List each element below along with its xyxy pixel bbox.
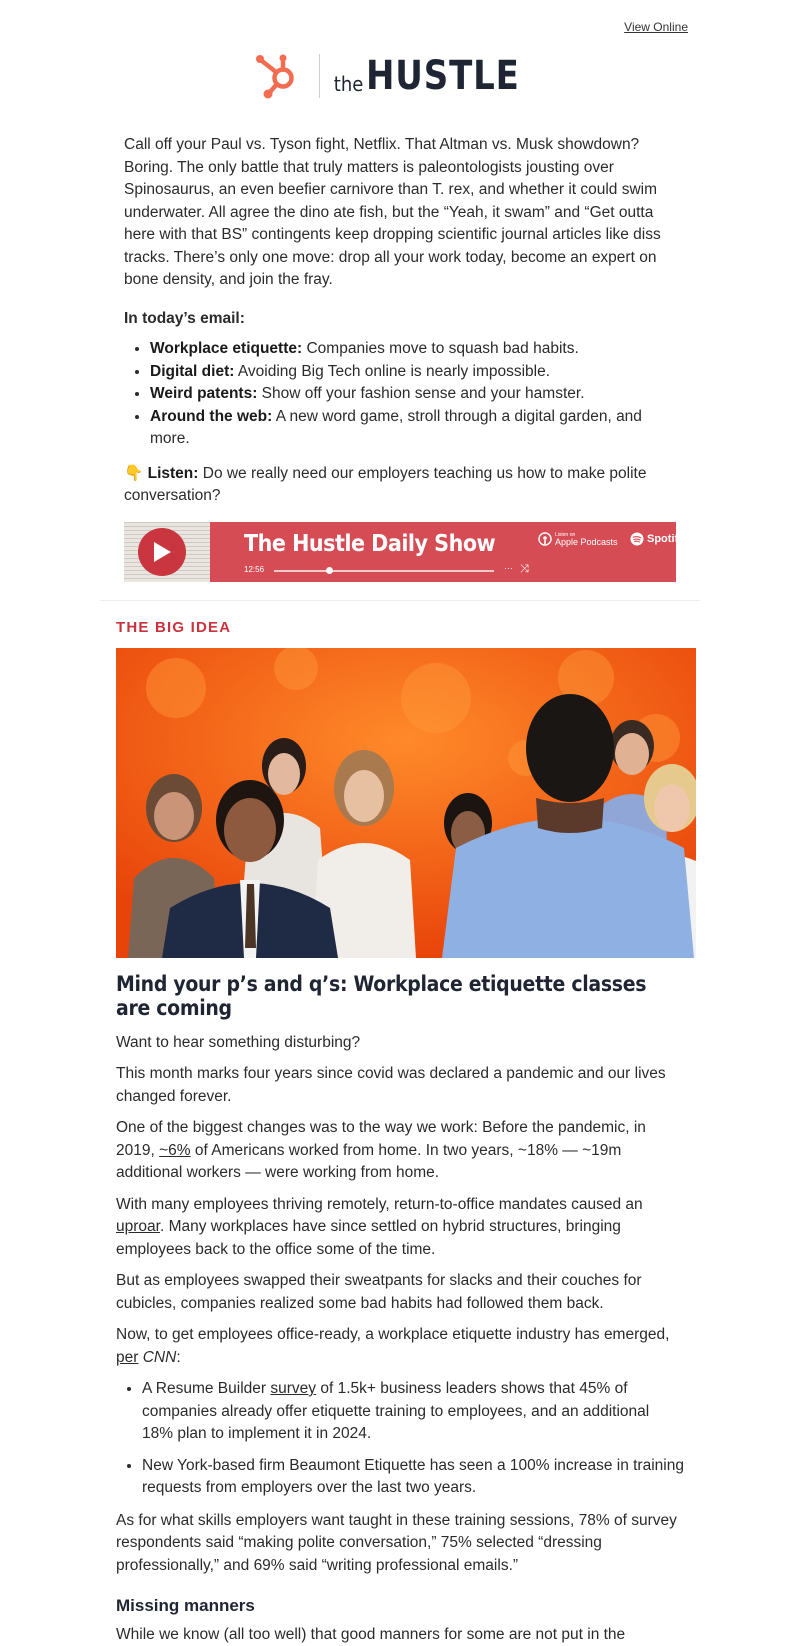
per-link[interactable]: per	[116, 1349, 138, 1366]
brand-the: the	[334, 74, 364, 96]
toc-item-label: Around the web:	[150, 408, 272, 425]
stat-link[interactable]: ~6%	[159, 1142, 190, 1159]
toc-item-text: Avoiding Big Tech online is nearly impos…	[234, 363, 550, 380]
article-paragraph: With many employees thriving remotely, r…	[116, 1194, 684, 1262]
toc-title: In today’s email:	[124, 308, 676, 331]
article-paragraph: While we know (all too well) that good m…	[116, 1624, 684, 1646]
article-subhead: Missing manners	[116, 1595, 684, 1618]
article-paragraph: Want to hear something disturbing?	[116, 1032, 684, 1055]
toc-item: Workplace etiquette: Companies move to s…	[150, 338, 676, 361]
logo-row: the HUSTLE	[100, 0, 700, 104]
podcast-time: 12:56	[244, 565, 264, 574]
toc-item-label: Digital diet:	[150, 363, 234, 380]
text-run: A Resume Builder	[142, 1380, 270, 1397]
text-run: Now, to get employees office-ready, a wo…	[116, 1326, 669, 1343]
text-run: With many employees thriving remotely, r…	[116, 1196, 643, 1213]
spotify-badge[interactable]: Spotify	[630, 532, 676, 546]
toc-item-label: Weird patents:	[150, 385, 257, 402]
podcast-title: The Hustle Daily Show	[244, 531, 495, 557]
email-container: View Online the HUSTLE Call off your Pau…	[100, 0, 700, 1646]
article-headline: Mind your p’s and q’s: Workplace etiquet…	[116, 972, 684, 1020]
spotify-icon	[630, 532, 644, 546]
shuffle-icon[interactable]: ⤨	[520, 563, 529, 576]
progress-knob[interactable]	[326, 567, 333, 574]
survey-link[interactable]: survey	[270, 1380, 316, 1397]
progress-track[interactable]	[274, 570, 494, 572]
text-run: . Many workplaces have since settled on …	[116, 1218, 621, 1258]
text-run: of Americans worked from home. In two ye…	[116, 1142, 621, 1182]
article-paragraph: One of the biggest changes was to the wa…	[116, 1117, 684, 1185]
article-paragraph: As for what skills employers want taught…	[116, 1510, 684, 1578]
apple-podcasts-icon	[538, 532, 552, 546]
toc-item: Digital diet: Avoiding Big Tech online i…	[150, 361, 676, 384]
the-hustle-logo: the HUSTLE	[334, 56, 547, 96]
hubspot-sprocket-icon	[253, 50, 305, 102]
listen-label: Listen:	[148, 465, 199, 482]
article-paragraph: Now, to get employees office-ready, a wo…	[116, 1324, 684, 1369]
text-run: :	[176, 1349, 180, 1366]
source-cnn: CNN	[143, 1349, 177, 1366]
play-icon	[152, 541, 172, 563]
hero-image	[116, 648, 696, 958]
apple-podcasts-badge[interactable]: Listen onApple Podcasts	[538, 532, 618, 547]
play-button[interactable]	[138, 528, 186, 576]
office-meeting-illustration	[116, 648, 696, 958]
uproar-link[interactable]: uproar	[116, 1218, 160, 1235]
toc-item-text: Companies move to squash bad habits.	[302, 340, 579, 357]
toc-list: Workplace etiquette: Companies move to s…	[124, 338, 676, 451]
list-item: New York-based firm Beaumont Etiquette h…	[142, 1455, 684, 1500]
section-label: THE BIG IDEA	[116, 619, 684, 636]
listen-paragraph: 👇 Listen: Do we really need our employer…	[124, 463, 676, 508]
toc-item-label: Workplace etiquette:	[150, 340, 302, 357]
more-icon[interactable]: ···	[504, 563, 513, 573]
article-bullets: A Resume Builder survey of 1.5k+ busines…	[116, 1378, 684, 1500]
view-online-link[interactable]: View Online	[624, 20, 688, 34]
article-paragraph: This month marks four years since covid …	[116, 1063, 684, 1108]
pointing-down-icon: 👇	[124, 465, 143, 482]
toc-item: Around the web: A new word game, stroll …	[150, 406, 676, 451]
intro-paragraph: Call off your Paul vs. Tyson fight, Netf…	[124, 134, 676, 292]
logo-divider	[319, 54, 320, 98]
apple-label: Apple Podcasts	[555, 538, 618, 547]
list-item: A Resume Builder survey of 1.5k+ busines…	[142, 1378, 684, 1446]
toc-item: Weird patents: Show off your fashion sen…	[150, 383, 676, 406]
article-body: Want to hear something disturbing? This …	[116, 1032, 684, 1646]
spotify-label: Spotify	[647, 533, 676, 545]
listen-text: Do we really need our employers teaching…	[124, 465, 646, 505]
section-divider	[100, 600, 700, 601]
article-paragraph: But as employees swapped their sweatpant…	[116, 1270, 684, 1315]
podcast-player-banner[interactable]: The Hustle Daily Show 12:56 ··· ⤨ Listen…	[124, 522, 676, 582]
intro-section: Call off your Paul vs. Tyson fight, Netf…	[124, 134, 676, 508]
toc-item-text: Show off your fashion sense and your ham…	[257, 385, 584, 402]
brand-hustle: HUSTLE	[366, 56, 520, 96]
